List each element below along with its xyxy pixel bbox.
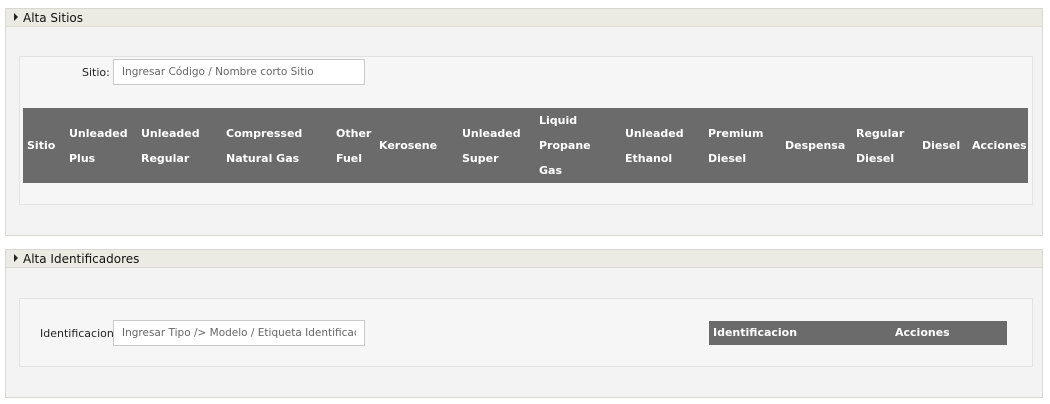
col-acciones[interactable]: Acciones <box>895 321 950 345</box>
alta-identificadores-title: Alta Identificadores <box>23 251 140 266</box>
identificacion-label: Identificacion: <box>40 327 118 340</box>
alta-sitios-panel: Alta Sitios Sitio: Sitio Unleaded Plus U… <box>5 8 1043 236</box>
col-unleaded-super[interactable]: Unleaded Super <box>462 108 521 183</box>
sitio-label: Sitio: <box>82 66 110 79</box>
col-unleaded-regular[interactable]: Unleaded Regular <box>141 108 200 183</box>
col-compressed-natural-gas[interactable]: Compressed Natural Gas <box>226 108 302 183</box>
sitio-input[interactable] <box>113 59 365 85</box>
col-regular-diesel[interactable]: Regular Diesel <box>856 108 904 183</box>
col-unleaded-ethanol[interactable]: Unleaded Ethanol <box>625 108 684 183</box>
alta-identificadores-panel: Alta Identificadores Identificacion: Ide… <box>5 249 1043 398</box>
col-kerosene[interactable]: Kerosene <box>379 108 437 183</box>
identificacion-input[interactable] <box>113 320 365 346</box>
col-diesel[interactable]: Diesel <box>922 108 960 183</box>
col-acciones[interactable]: Acciones <box>972 108 1027 183</box>
caret-right-icon <box>14 12 18 21</box>
col-identificacion[interactable]: Identificacion <box>713 321 797 345</box>
sitios-table-header: Sitio Unleaded Plus Unleaded Regular Com… <box>23 108 1028 183</box>
alta-sitios-header[interactable]: Alta Sitios <box>6 9 1042 27</box>
caret-right-icon <box>14 253 18 262</box>
col-despensa[interactable]: Despensa <box>785 108 845 183</box>
col-unleaded-plus[interactable]: Unleaded Plus <box>69 108 128 183</box>
alta-identificadores-header[interactable]: Alta Identificadores <box>6 250 1042 268</box>
col-premium-diesel[interactable]: Premium Diesel <box>708 108 763 183</box>
col-liquid-propane-gas[interactable]: Liquid Propane Gas <box>539 108 591 183</box>
col-other-fuel[interactable]: Other Fuel <box>336 108 371 183</box>
identificadores-table-header: Identificacion Acciones <box>709 321 1007 345</box>
alta-sitios-title: Alta Sitios <box>23 10 83 25</box>
col-sitio[interactable]: Sitio <box>27 108 55 183</box>
